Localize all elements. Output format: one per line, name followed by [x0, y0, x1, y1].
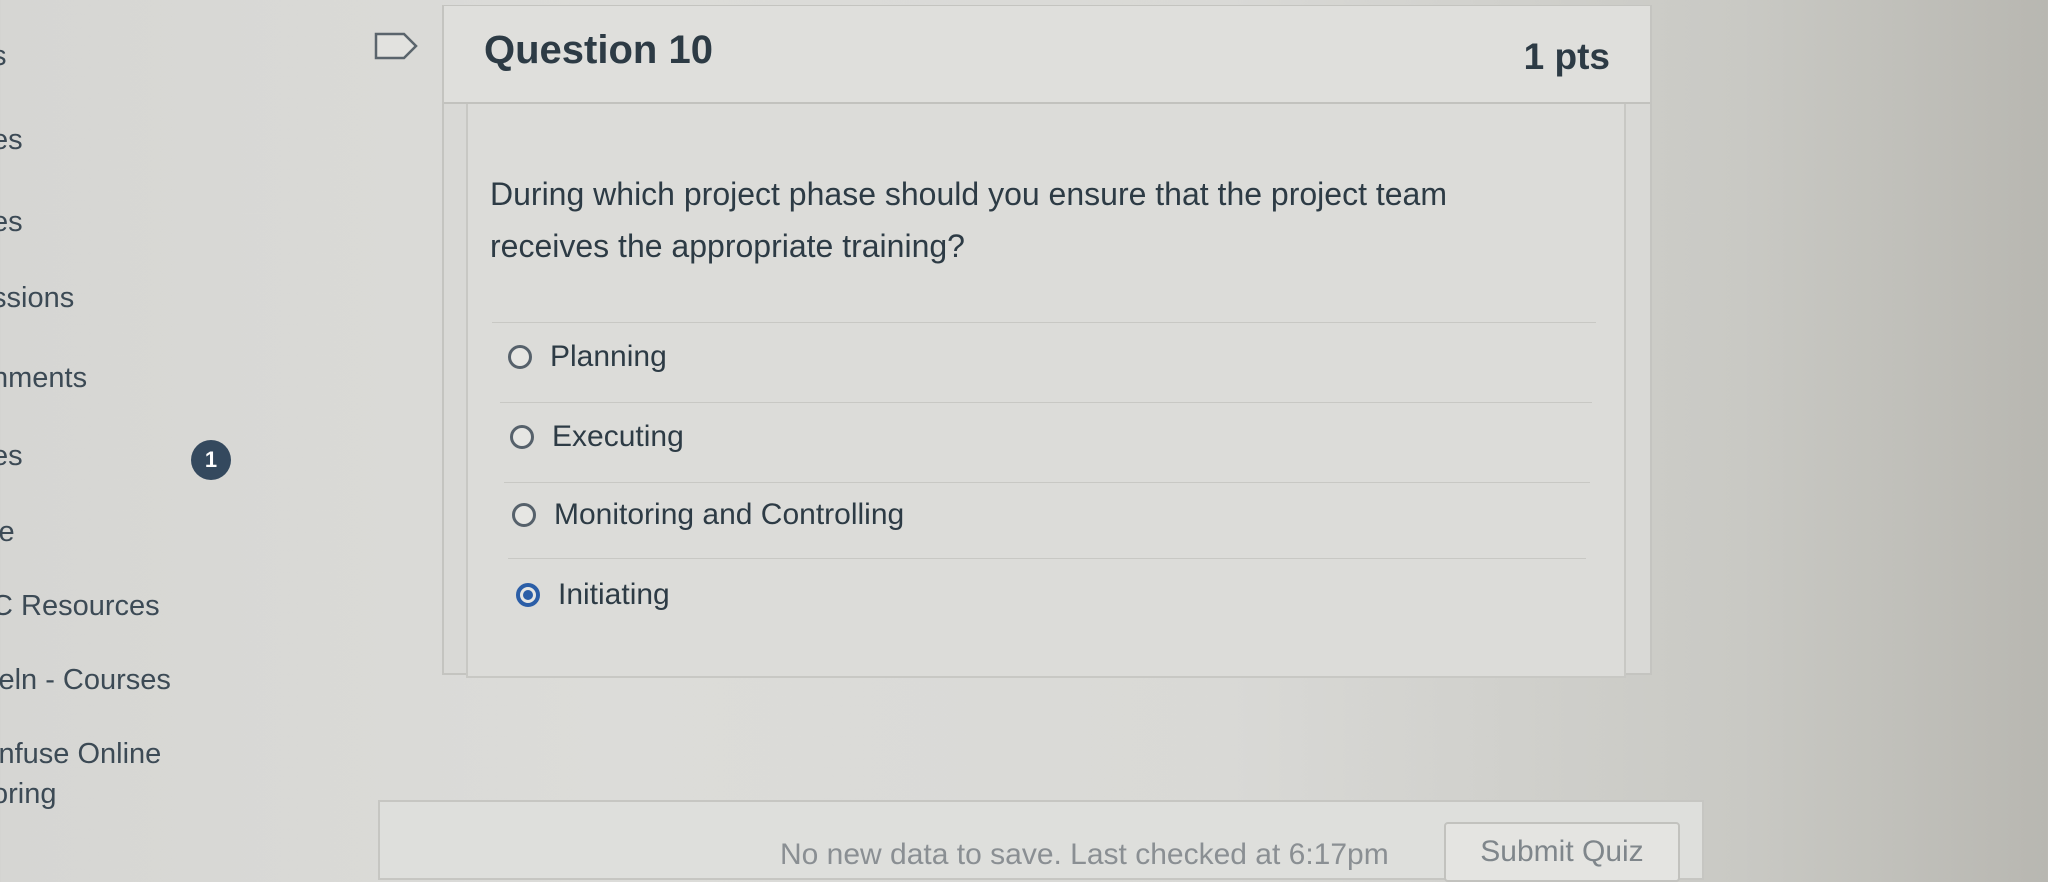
- question-header: Question 10 1 pts: [444, 6, 1650, 104]
- answer-option-initiating[interactable]: Initiating: [516, 578, 670, 612]
- sidebar-item-0[interactable]: s: [0, 40, 7, 73]
- radio-button-selected[interactable]: [516, 583, 540, 607]
- answer-label: Monitoring and Controlling: [554, 498, 905, 531]
- divider: [504, 482, 1590, 483]
- answer-option-planning[interactable]: Planning: [508, 340, 667, 374]
- sidebar-item-9[interactable]: infuse Online: [0, 738, 161, 771]
- radio-button[interactable]: [510, 425, 534, 449]
- question-points: 1 pts: [1523, 36, 1610, 77]
- radio-button[interactable]: [512, 503, 536, 527]
- flag-question-icon[interactable]: [374, 32, 418, 60]
- sidebar-item-3[interactable]: ssions: [0, 282, 74, 315]
- sidebar-item-8[interactable]: leln - Courses: [0, 664, 171, 697]
- answer-label: Executing: [552, 420, 684, 453]
- save-status-text: No new data to save. Last checked at 6:1…: [780, 838, 1389, 871]
- answer-label: Initiating: [558, 578, 670, 611]
- notification-badge: 1: [191, 440, 231, 480]
- divider: [500, 402, 1592, 403]
- sidebar-item-6[interactable]: le: [0, 516, 15, 549]
- answer-label: Planning: [550, 340, 667, 373]
- question-title: Question 10: [484, 28, 713, 72]
- submit-quiz-button[interactable]: Submit Quiz: [1444, 822, 1680, 882]
- sidebar-item-4[interactable]: nments: [0, 362, 87, 395]
- sidebar-item-10[interactable]: oring: [0, 778, 57, 811]
- answer-option-monitoring-and-controlling[interactable]: Monitoring and Controlling: [512, 498, 904, 532]
- sidebar-item-1[interactable]: es: [0, 124, 23, 157]
- sidebar-item-5[interactable]: es: [0, 440, 23, 473]
- question-text: During which project phase should you en…: [490, 176, 1447, 264]
- sidebar-item-7[interactable]: C Resources: [0, 590, 160, 623]
- answer-option-executing[interactable]: Executing: [510, 420, 684, 454]
- divider: [508, 558, 1586, 559]
- divider: [492, 322, 1596, 323]
- sidebar-item-2[interactable]: es: [0, 206, 23, 239]
- radio-button[interactable]: [508, 345, 532, 369]
